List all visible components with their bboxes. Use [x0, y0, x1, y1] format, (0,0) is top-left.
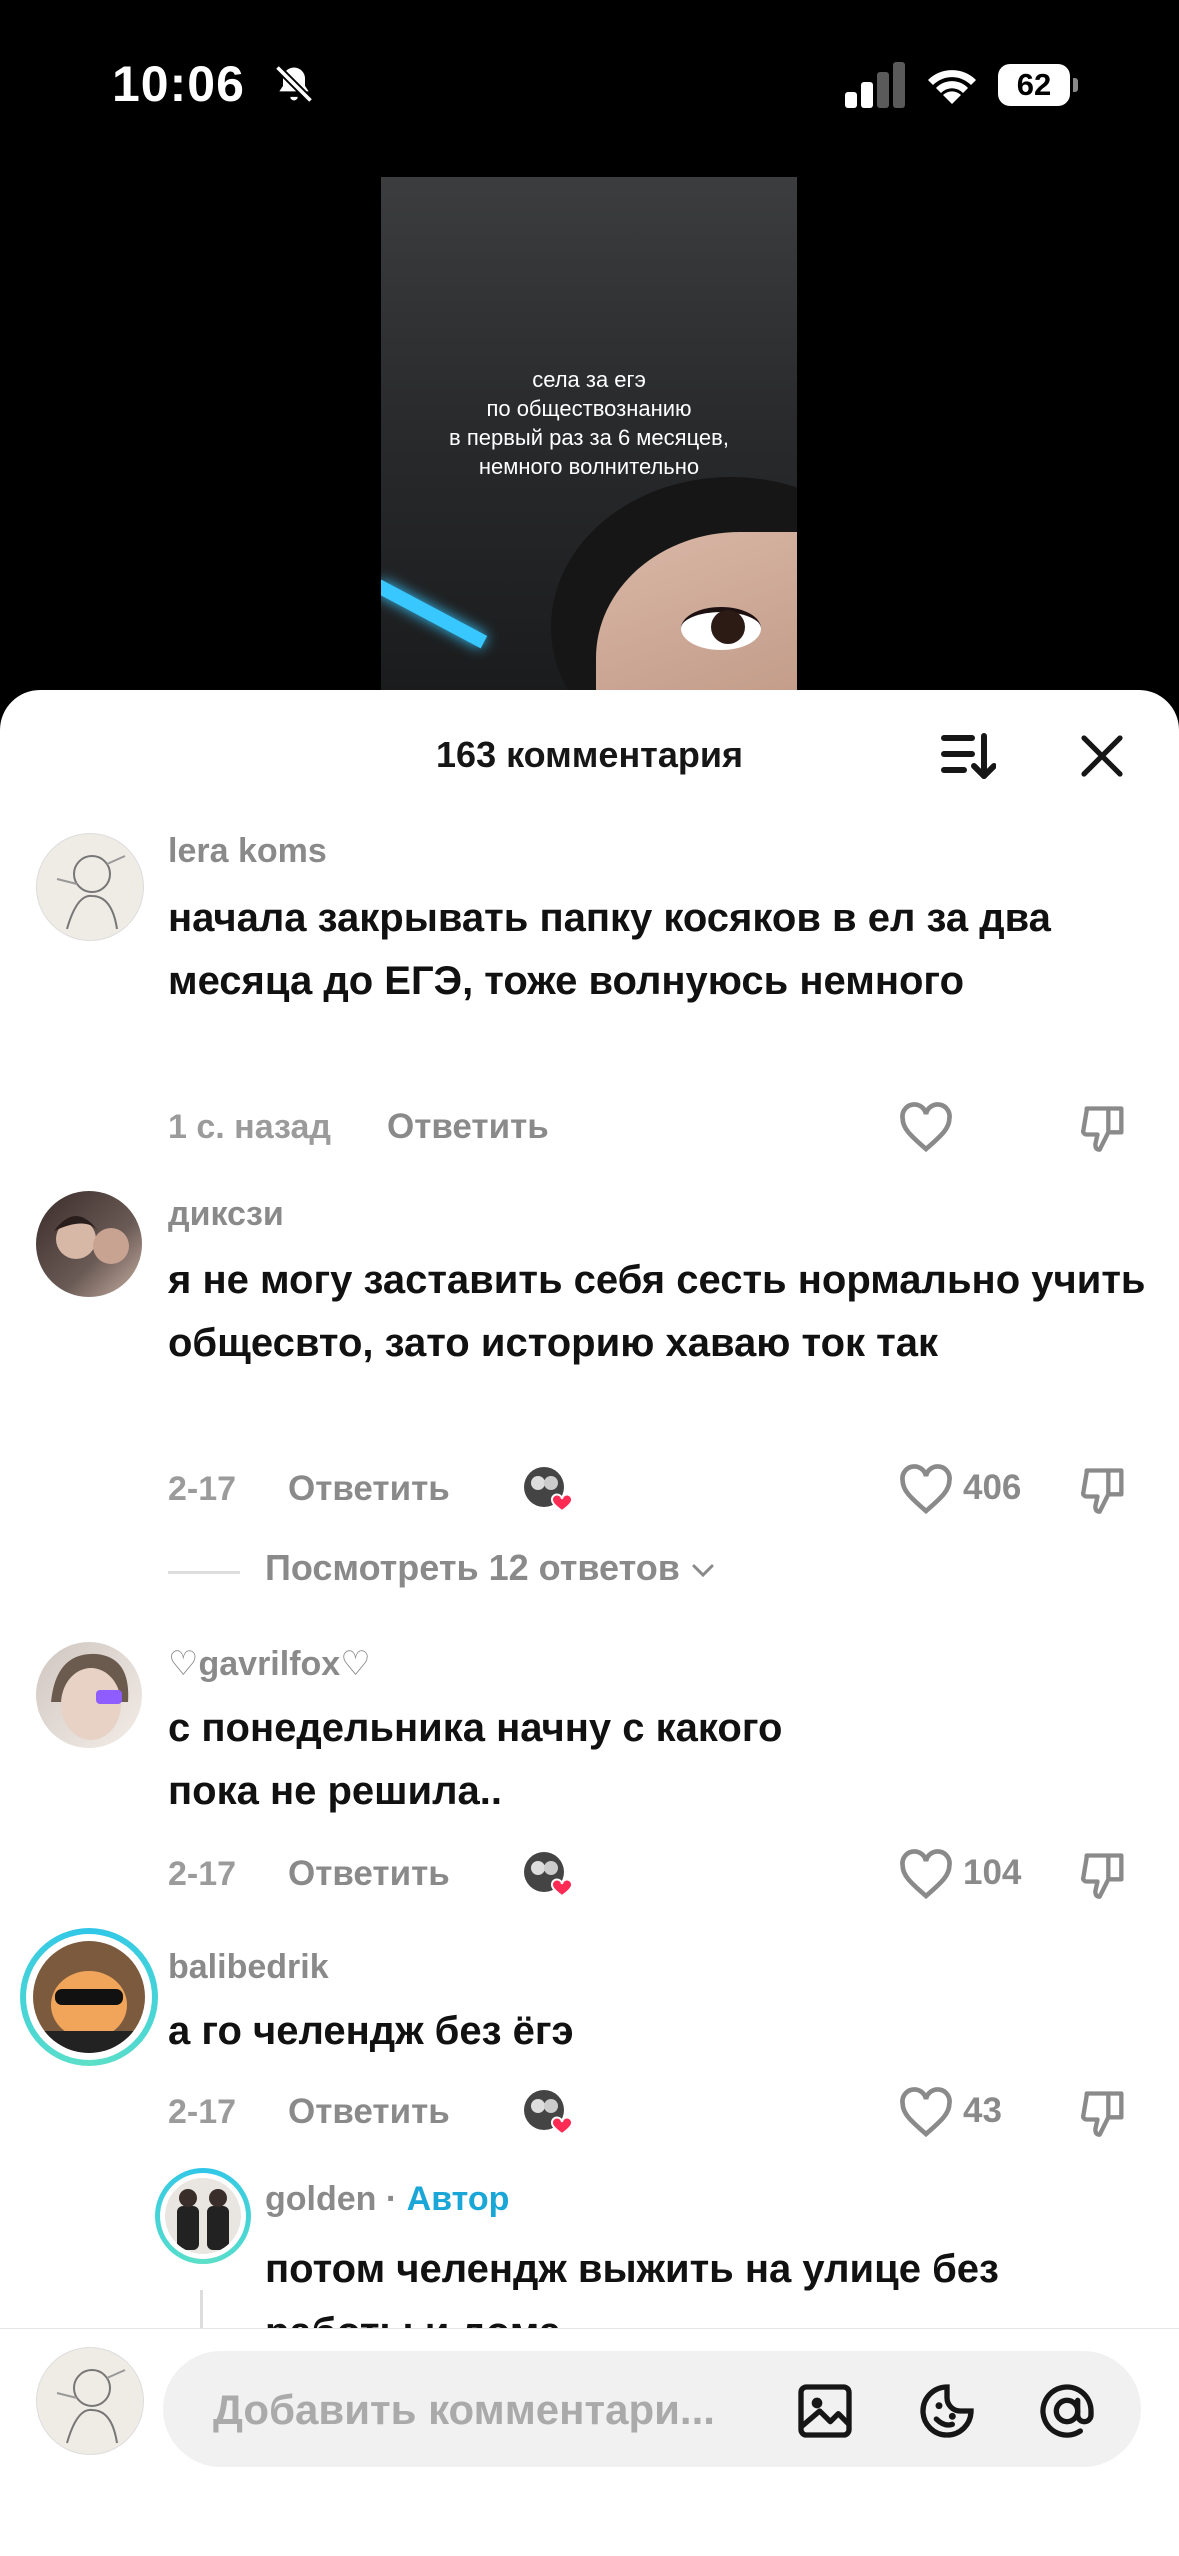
- wifi-icon: [928, 70, 976, 104]
- comment-text: я не могу заставить себя сесть нормально…: [168, 1258, 1146, 1365]
- heart-icon[interactable]: [898, 1464, 954, 1516]
- sort-icon[interactable]: [940, 730, 996, 782]
- compose-bar: Добавить комментари...: [0, 2328, 1179, 2556]
- view-replies-label: Посмотреть 12 ответов: [265, 1547, 716, 1589]
- creator-liked-icon: [524, 2090, 573, 2136]
- bell-off-icon: [274, 64, 314, 104]
- comments-sheet: 163 комментария lera koms начала закрыва…: [0, 690, 1179, 2556]
- comments-count-title: 163 комментария: [436, 734, 743, 775]
- comment-text: начала закрывать папку косяков в ел за д…: [168, 896, 1051, 1003]
- comment-text: а го челендж без ёгэ: [168, 2009, 574, 2053]
- heart-icon[interactable]: [898, 1849, 954, 1901]
- dislike-icon[interactable]: [1078, 1102, 1130, 1154]
- video-caption-line: в первый раз за 6 месяцев,: [449, 425, 729, 450]
- comment-input[interactable]: Добавить комментари...: [163, 2351, 1141, 2467]
- my-avatar: [36, 2347, 144, 2455]
- story-avatar[interactable]: [20, 1928, 158, 2066]
- reply-separator: ·: [376, 2180, 407, 2218]
- like-count: 43: [963, 2091, 1002, 2130]
- sketch-avatar-icon: [56, 855, 126, 930]
- status-bar: 10:06 62: [0, 0, 1179, 170]
- status-time: 10:06: [112, 56, 245, 112]
- like-count: 104: [963, 1853, 1022, 1892]
- video-caption-line: по обществознанию: [486, 396, 692, 421]
- comment-date: 2-17: [168, 1855, 237, 1893]
- battery-level: 62: [998, 64, 1070, 106]
- home-indicator: [0, 2545, 1179, 2556]
- chevron-down-icon: [692, 1564, 714, 1578]
- comment-input-placeholder: Добавить комментари...: [213, 2386, 715, 2433]
- dislike-icon[interactable]: [1078, 1849, 1130, 1901]
- comment-username[interactable]: lera koms: [168, 832, 327, 871]
- reply-username-row: golden · Автор: [265, 2180, 509, 2219]
- creator-liked-icon: [524, 1852, 573, 1898]
- video-preview[interactable]: села за егэ по обществознанию в первый р…: [381, 177, 797, 697]
- signal-icon: [845, 62, 905, 108]
- comment-date: 2-17: [168, 1470, 237, 1508]
- reply-button[interactable]: Ответить: [288, 1469, 450, 1509]
- author-badge: Автор: [406, 2180, 510, 2218]
- avatar[interactable]: [36, 833, 144, 941]
- comment-date: 2-17: [168, 2093, 237, 2131]
- creator-liked-icon: [524, 1467, 573, 1513]
- reply-button[interactable]: Ответить: [288, 2092, 450, 2132]
- story-avatar[interactable]: [155, 2168, 251, 2264]
- comment-text: с понедельника начну с какого пока не ре…: [168, 1706, 783, 1813]
- video-iris: [711, 610, 745, 644]
- image-icon[interactable]: [793, 2379, 857, 2443]
- video-caption-line: немного волнительно: [478, 454, 700, 479]
- avatar[interactable]: [36, 1191, 142, 1297]
- video-caption: села за егэ по обществознанию в первый р…: [381, 365, 797, 481]
- view-replies-text: Посмотреть 12 ответов: [265, 1547, 680, 1588]
- battery-tip: [1073, 78, 1078, 92]
- video-caption-line: села за егэ: [532, 367, 646, 392]
- close-icon[interactable]: [1078, 732, 1126, 780]
- photo-avatar-icon: [165, 2178, 241, 2254]
- battery-icon: 62: [998, 64, 1080, 106]
- comment-username[interactable]: balibedrik: [168, 1948, 329, 1987]
- photo-avatar-icon: [54, 1216, 129, 1264]
- sheet-header: 163 комментария: [0, 690, 1179, 810]
- view-replies-button[interactable]: Посмотреть 12 ответов: [168, 1547, 868, 1597]
- reply-username[interactable]: golden: [265, 2180, 376, 2218]
- like-count: 406: [963, 1468, 1022, 1507]
- dislike-icon[interactable]: [1078, 2087, 1130, 2139]
- emoji-icon[interactable]: [915, 2379, 979, 2443]
- mention-icon[interactable]: [1035, 2379, 1099, 2443]
- comment-username[interactable]: диксзи: [168, 1195, 284, 1234]
- heart-icon[interactable]: [898, 2087, 954, 2139]
- reply-button[interactable]: Ответить: [387, 1107, 549, 1147]
- replies-divider: [168, 1571, 240, 1574]
- reply-button[interactable]: Ответить: [288, 1854, 450, 1894]
- photo-avatar-icon: [33, 1941, 145, 2053]
- sketch-avatar-icon: [56, 2369, 126, 2444]
- dislike-icon[interactable]: [1078, 1464, 1130, 1516]
- comment-date: 1 с. назад: [168, 1108, 331, 1146]
- photo-avatar-icon: [51, 1653, 129, 1740]
- comment-username[interactable]: ♡gavrilfox♡: [168, 1644, 371, 1684]
- video-light-streak: [381, 579, 488, 649]
- avatar[interactable]: [36, 1642, 142, 1748]
- heart-icon[interactable]: [898, 1102, 954, 1154]
